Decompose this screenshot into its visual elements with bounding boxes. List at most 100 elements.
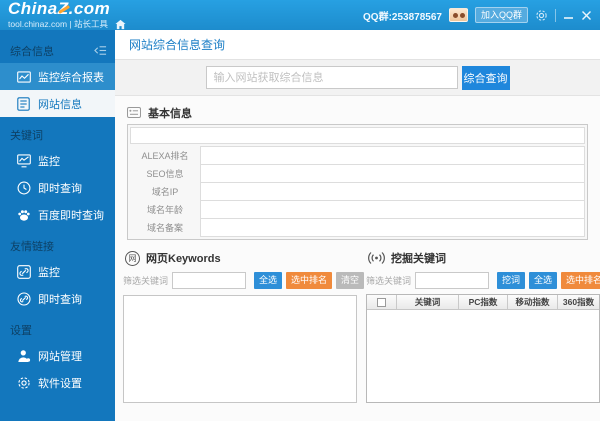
web-circle-icon: 网	[125, 250, 140, 266]
page-title: 网站综合信息查询	[129, 38, 226, 52]
keyword-mining-panel: 挖掘关键词 筛选关键词 挖词 全选 选中排名 关键词 PC指数 移动指数 360…	[366, 246, 600, 403]
keywords-filter-input[interactable]	[172, 271, 247, 289]
qq-group-number: QQ群:253878567	[363, 11, 442, 23]
sidebar: 综合信息 监控综合报表 网站信息 关键词 监控 即时查询 百度即时查询 友情链接…	[0, 30, 115, 421]
keyword-mining-table: 关键词 PC指数 移动指数 360指数	[366, 294, 600, 403]
section-label: 关键词	[10, 129, 43, 142]
selected-rank-button[interactable]: 选中排名	[561, 271, 600, 289]
select-all-checkbox[interactable]	[377, 297, 386, 307]
search-band: 综合查询	[115, 60, 600, 96]
sidebar-item-label: 软件设置	[38, 377, 82, 390]
row-value	[200, 146, 585, 165]
main-content: 网站综合信息查询 综合查询 基本信息 ALEXA排名	[115, 30, 600, 421]
sidebar-item-label: 网站管理	[38, 350, 82, 363]
logo-subtitle: tool.chinaz.com | 站长工具	[8, 19, 108, 29]
column-header-mobile-index: 移动指数	[508, 295, 558, 309]
column-header-keyword: 关键词	[397, 295, 459, 309]
row-label: 域名IP	[151, 187, 179, 197]
table-row: 域名年龄	[130, 200, 585, 219]
row-label: SEO信息	[146, 169, 184, 179]
table-row: 域名备案	[130, 218, 585, 237]
join-qq-button[interactable]: 加入QQ群	[474, 7, 528, 23]
select-all-button[interactable]: 全选	[254, 271, 283, 289]
clear-button[interactable]: 清空	[336, 271, 365, 289]
web-keywords-header: 网 网页Keywords	[123, 246, 357, 270]
sidebar-item-site-manage[interactable]: 网站管理	[0, 342, 115, 369]
baidu-paw-icon	[16, 207, 31, 222]
logo: ChinaZ.com tool.chinaz.com | 站长工具	[8, 0, 126, 30]
row-value	[200, 218, 585, 237]
basic-info-summary-cell	[130, 127, 585, 144]
close-button[interactable]	[581, 10, 592, 21]
sidebar-item-link-instant-query[interactable]: 即时查询	[0, 285, 115, 312]
basic-info-header: 基本信息	[127, 104, 592, 121]
keyword-mining-table-body[interactable]	[367, 310, 599, 402]
clock-icon	[16, 180, 31, 195]
gear-icon	[16, 375, 31, 390]
sidebar-item-label: 即时查询	[38, 293, 82, 306]
report-chart-icon	[16, 69, 31, 84]
dig-words-button[interactable]: 挖词	[497, 271, 526, 289]
user-icon	[16, 348, 31, 363]
table-row: 域名IP	[130, 182, 585, 201]
link-circle-icon	[16, 291, 31, 306]
filter-label: 筛选关键词	[366, 275, 412, 286]
sidebar-item-label: 监控综合报表	[38, 71, 104, 84]
sidebar-item-link-monitor[interactable]: 监控	[0, 258, 115, 285]
document-icon	[16, 96, 31, 111]
sidebar-section-overview: 综合信息	[0, 38, 115, 63]
site-search-input[interactable]	[205, 66, 458, 89]
combined-query-button[interactable]: 综合查询	[461, 65, 510, 90]
sidebar-item-label: 监控	[38, 155, 60, 168]
minimize-button[interactable]	[563, 10, 574, 20]
web-keywords-list-area[interactable]	[123, 295, 357, 403]
sidebar-item-baidu-instant-query[interactable]: 百度即时查询	[0, 201, 115, 228]
sidebar-section-keywords: 关键词	[0, 122, 115, 147]
basic-info-title: 基本信息	[148, 107, 192, 120]
web-keywords-title: 网页Keywords	[146, 253, 221, 265]
sidebar-item-label: 监控	[38, 266, 60, 279]
sidebar-item-software-settings[interactable]: 软件设置	[0, 369, 115, 396]
qq-avatar	[448, 8, 468, 22]
radar-icon	[368, 252, 385, 264]
sidebar-item-label: 即时查询	[38, 182, 82, 195]
web-keywords-panel: 网 网页Keywords 筛选关键词 全选 选中排名 清空	[123, 246, 365, 403]
keyword-mining-header: 挖掘关键词	[366, 246, 600, 270]
titlebar: ChinaZ.com tool.chinaz.com | 站长工具 QQ群:25…	[0, 0, 600, 30]
keyword-mining-filter-row: 筛选关键词 挖词 全选 选中排名	[366, 270, 600, 290]
mining-filter-input[interactable]	[415, 271, 490, 289]
sidebar-collapse-icon[interactable]	[94, 45, 107, 56]
section-label: 友情链接	[10, 240, 54, 253]
link-square-icon	[16, 264, 31, 279]
sidebar-item-label: 网站信息	[38, 98, 82, 111]
web-keywords-filter-row: 筛选关键词 全选 选中排名 清空	[123, 270, 365, 290]
page-header: 网站综合信息查询	[115, 30, 600, 60]
home-icon[interactable]	[115, 19, 126, 30]
settings-gear-icon[interactable]	[535, 9, 548, 22]
table-row: SEO信息	[130, 164, 585, 183]
logo-com: .com	[68, 0, 111, 18]
sidebar-item-keyword-monitor[interactable]: 监控	[0, 147, 115, 174]
sidebar-item-monitor-report[interactable]: 监控综合报表	[0, 63, 115, 90]
basic-info-table: ALEXA排名 SEO信息 域名IP 域名年龄 域名备案	[127, 124, 588, 240]
card-list-icon	[127, 107, 141, 118]
app-window: ChinaZ.com tool.chinaz.com | 站长工具 QQ群:25…	[0, 0, 600, 421]
column-header-pc-index: PC指数	[459, 295, 508, 309]
sidebar-section-settings: 设置	[0, 317, 115, 342]
row-label: 域名年龄	[146, 205, 183, 215]
row-label: ALEXA排名	[141, 151, 189, 161]
row-label: 域名备案	[146, 223, 183, 233]
logo-china: China	[8, 0, 58, 18]
select-all-button[interactable]: 全选	[529, 271, 558, 289]
sidebar-item-label: 百度即时查询	[38, 209, 104, 222]
column-header-360-index: 360指数	[562, 297, 595, 307]
sidebar-item-site-info[interactable]: 网站信息	[0, 90, 115, 117]
section-label: 设置	[10, 324, 32, 337]
row-value	[200, 164, 585, 183]
selected-rank-button[interactable]: 选中排名	[286, 271, 333, 289]
sidebar-item-keyword-instant-query[interactable]: 即时查询	[0, 174, 115, 201]
logo-text: ChinaZ.com	[8, 0, 126, 17]
content-area: 基本信息 ALEXA排名 SEO信息 域名IP 域名年龄 域名备案 网 网页Ke…	[115, 96, 600, 403]
table-header-row: 关键词 PC指数 移动指数 360指数	[367, 295, 599, 310]
filter-label: 筛选关键词	[123, 275, 169, 286]
